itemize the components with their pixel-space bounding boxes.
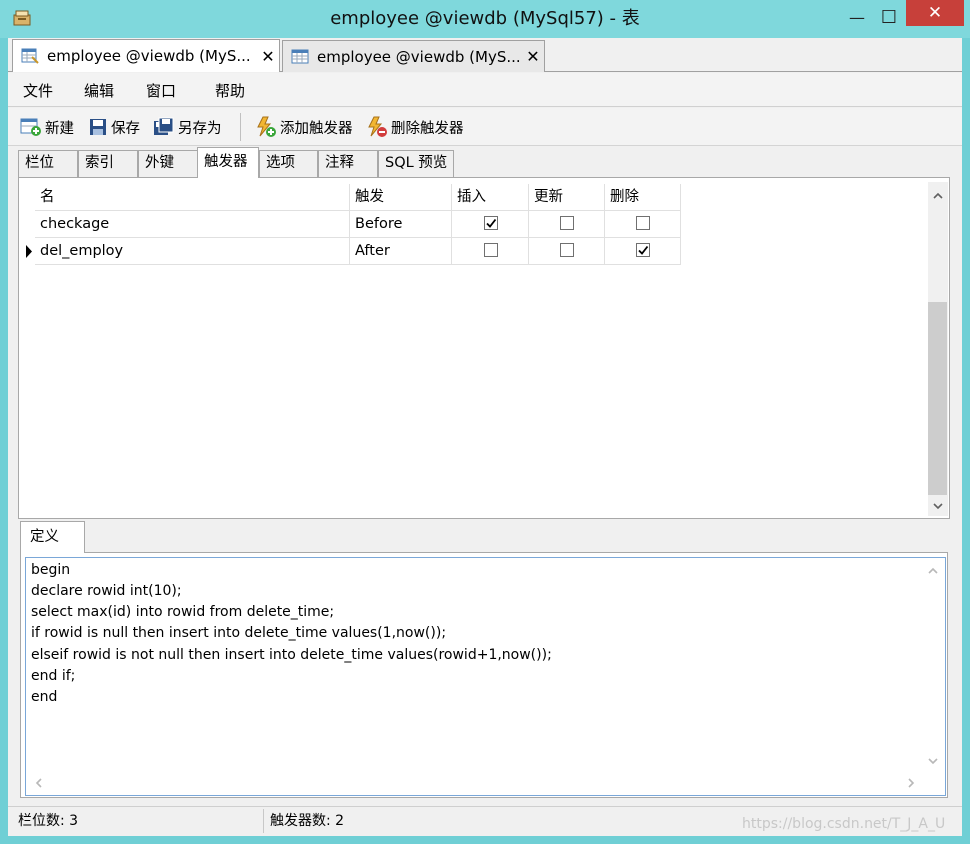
column-header-name[interactable]: 名 [35,184,350,211]
update-checkbox[interactable] [560,243,574,257]
delete-trigger-icon [368,116,387,137]
column-header-update[interactable]: 更新 [529,184,605,211]
checkmark-icon [638,245,649,255]
code-line[interactable]: if rowid is null then insert into delete… [31,623,446,644]
close-button[interactable]: ✕ [906,0,964,26]
tab-triggers[interactable]: 触发器 [197,147,259,178]
column-header-timing[interactable]: 触发 [350,184,452,211]
code-line[interactable]: end if; [31,666,75,687]
maximize-icon: ☐ [880,6,898,28]
doc-tab-label: employee @viewdb (MyS... [47,47,251,65]
save-icon [90,119,106,135]
tab-sql-preview[interactable]: SQL 预览 [378,150,454,177]
insert-cell [452,211,529,238]
insert-cell [452,238,529,265]
scroll-up-icon[interactable] [928,185,948,205]
maximize-button[interactable]: ☐ [874,6,904,28]
code-line[interactable]: begin [31,560,70,581]
doc-tab-employee-design[interactable]: employee @viewdb (MyS... ✕ [12,39,280,72]
update-cell [529,211,605,238]
table-design-icon [21,48,39,64]
scroll-down-icon[interactable] [923,751,943,771]
delete-checkbox[interactable] [636,216,650,230]
delete-cell [605,211,681,238]
tab-indexes[interactable]: 索引 [78,150,138,177]
new-button[interactable]: 新建 [20,115,74,139]
scroll-down-icon[interactable] [928,496,948,516]
update-checkbox[interactable] [560,216,574,230]
add-trigger-icon [257,116,276,137]
code-line[interactable]: elseif rowid is not null then insert int… [31,645,552,666]
toolbar [8,108,962,146]
checkmark-icon [486,218,497,228]
tab-fields[interactable]: 栏位 [18,150,78,177]
save-label: 保存 [111,120,140,137]
editor-vertical-scrollbar[interactable] [923,558,945,772]
status-field-count: 栏位数: 3 [18,813,79,829]
new-label: 新建 [45,120,74,137]
delete-cell [605,238,681,265]
code-line[interactable]: declare rowid int(10); [31,581,182,602]
column-header-insert[interactable]: 插入 [452,184,529,211]
tab-close-icon[interactable]: ✕ [257,47,279,66]
save-as-icon [154,117,174,135]
trigger-timing-cell[interactable]: After [350,238,452,265]
window-title: employee @viewdb (MySql57) - 表 [330,8,640,29]
watermark: https://blog.csdn.net/T_J_A_U [742,816,946,832]
menu-file[interactable]: 文件 [23,80,53,102]
tab-close-icon[interactable]: ✕ [522,47,544,66]
table-data-icon [291,49,309,65]
tab-options[interactable]: 选项 [259,150,318,177]
new-icon [20,118,41,136]
trigger-name-cell[interactable]: checkage [35,211,350,238]
save-as-label: 另存为 [178,120,222,137]
insert-checkbox[interactable] [484,216,498,230]
status-trigger-count: 触发器数: 2 [270,813,345,829]
minimize-icon: — [849,7,865,27]
trigger-timing-cell[interactable]: Before [350,211,452,238]
grid-scroll-thumb[interactable] [928,302,947,495]
menu-edit[interactable]: 编辑 [84,80,114,102]
save-button[interactable]: 保存 [88,115,140,139]
code-line[interactable]: select max(id) into rowid from delete_ti… [31,602,334,623]
delete-trigger-button[interactable]: 删除触发器 [366,115,464,139]
update-cell [529,238,605,265]
scroll-up-icon[interactable] [923,560,943,580]
status-divider [263,809,264,833]
add-trigger-label: 添加触发器 [280,120,353,137]
editor-horizontal-scrollbar[interactable] [26,772,923,794]
tab-definition[interactable]: 定义 [20,521,85,553]
trigger-name-cell[interactable]: del_employ [35,238,350,265]
menu-help[interactable]: 帮助 [215,80,245,102]
menu-window[interactable]: 窗口 [146,80,176,102]
insert-checkbox[interactable] [484,243,498,257]
tab-comments[interactable]: 注释 [318,150,378,177]
delete-trigger-label: 删除触发器 [391,120,464,137]
doc-tab-employee-data[interactable]: employee @viewdb (MyS... ✕ [282,40,545,72]
toolbar-separator [240,113,241,141]
save-as-button[interactable]: 另存为 [153,115,222,139]
column-header-delete[interactable]: 删除 [605,184,681,211]
scroll-left-icon[interactable] [28,773,48,793]
close-icon: ✕ [927,3,943,23]
add-trigger-button[interactable]: 添加触发器 [255,115,353,139]
code-line[interactable]: end [31,687,57,708]
doc-tab-label: employee @viewdb (MyS... [317,47,521,66]
delete-checkbox[interactable] [636,243,650,257]
tab-foreign-keys[interactable]: 外键 [138,150,198,177]
scroll-right-icon[interactable] [901,773,921,793]
minimize-button[interactable]: — [840,6,874,28]
